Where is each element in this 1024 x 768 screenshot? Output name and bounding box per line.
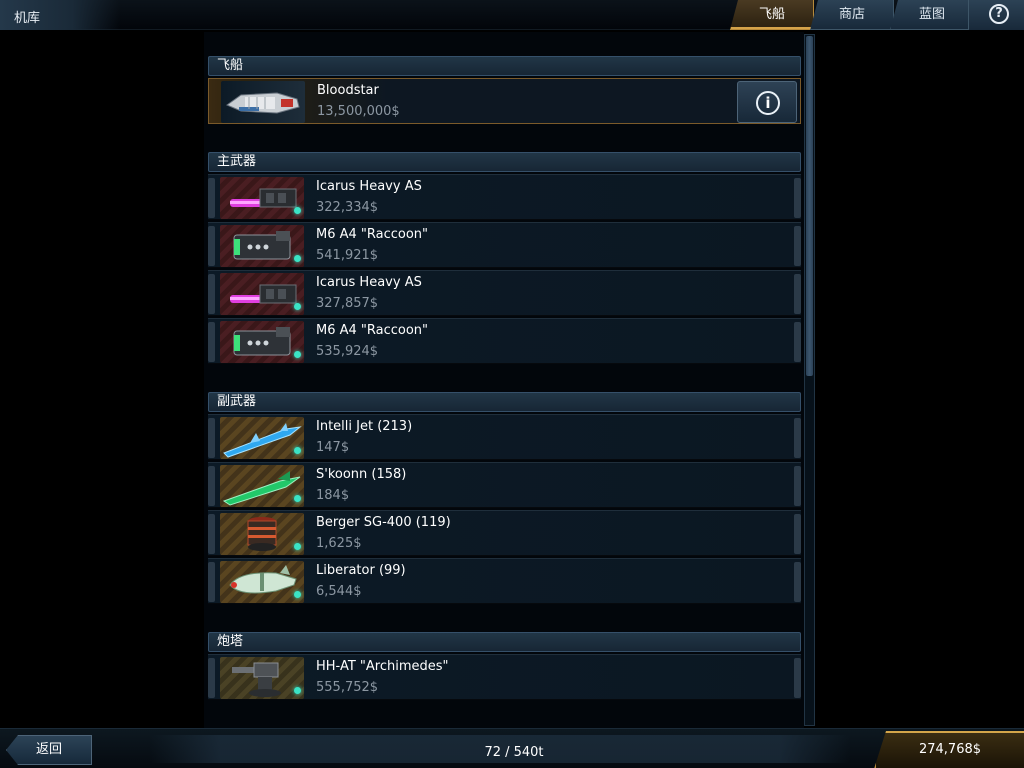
- top-bar: 机库 飞船 商店 蓝图 ?: [0, 0, 1024, 30]
- torpedo-thumbnail: [220, 561, 304, 603]
- item-name: S'koonn (158): [316, 467, 407, 482]
- plasma-gun-thumbnail: [220, 273, 304, 315]
- item-price: 327,857$: [316, 296, 379, 311]
- status-dot: [294, 255, 301, 262]
- back-button[interactable]: 返回: [6, 735, 92, 765]
- title-tab: 机库: [0, 0, 120, 30]
- status-dot: [294, 447, 301, 454]
- section-header-primary: 主武器: [208, 152, 801, 172]
- scrollbar-thumb[interactable]: [806, 36, 813, 376]
- list-item[interactable]: S'koonn (158) 184$: [208, 462, 801, 508]
- list-item[interactable]: Berger SG-400 (119) 1,625$: [208, 510, 801, 556]
- item-name: Icarus Heavy AS: [316, 179, 422, 194]
- list-item[interactable]: Icarus Heavy AS 327,857$: [208, 270, 801, 316]
- inventory-list[interactable]: 飞船 Bloodstar 13,500,000$ i 主武器 Icarus He…: [204, 32, 804, 732]
- item-price: 147$: [316, 440, 350, 455]
- list-item[interactable]: Liberator (99) 6,544$: [208, 558, 801, 604]
- missile-thumbnail: [220, 417, 304, 459]
- info-circle-icon: i: [756, 91, 780, 115]
- list-item[interactable]: M6 A4 "Raccoon" 541,921$: [208, 222, 801, 268]
- list-item[interactable]: HH-AT "Archimedes" 555,752$: [208, 654, 801, 700]
- list-item[interactable]: Icarus Heavy AS 322,334$: [208, 174, 801, 220]
- section-header-ship: 飞船: [208, 56, 801, 76]
- item-name: Intelli Jet (213): [316, 419, 413, 434]
- item-name: Berger SG-400 (119): [316, 515, 451, 530]
- item-price: 6,544$: [316, 584, 362, 599]
- item-name: Liberator (99): [316, 563, 406, 578]
- item-name: Icarus Heavy AS: [316, 275, 422, 290]
- section-header-secondary: 副武器: [208, 392, 801, 412]
- mine-thumbnail: [220, 513, 304, 555]
- list-item[interactable]: M6 A4 "Raccoon" 535,924$: [208, 318, 801, 364]
- item-name: M6 A4 "Raccoon": [316, 323, 429, 338]
- status-dot: [294, 591, 301, 598]
- item-name: M6 A4 "Raccoon": [316, 227, 429, 242]
- status-dot: [294, 207, 301, 214]
- tab-ship[interactable]: 飞船: [730, 0, 814, 30]
- missile-thumbnail: [220, 465, 304, 507]
- info-button[interactable]: i: [737, 81, 797, 123]
- cannon-thumbnail: [220, 225, 304, 267]
- list-item[interactable]: Intelli Jet (213) 147$: [208, 414, 801, 460]
- ship-row[interactable]: Bloodstar 13,500,000$ i: [208, 78, 801, 124]
- cargo-capacity: 72 / 540t: [484, 745, 544, 760]
- item-price: 322,334$: [316, 200, 379, 215]
- item-name: HH-AT "Archimedes": [316, 659, 449, 674]
- item-price: 555,752$: [316, 680, 379, 695]
- status-dot: [294, 495, 301, 502]
- bottom-bar: 返回 72 / 540t 274,768$: [0, 728, 1024, 768]
- page-title: 机库: [14, 11, 41, 26]
- ship-price: 13,500,000$: [317, 104, 400, 119]
- question-circle-icon: ?: [989, 4, 1009, 24]
- turret-thumbnail: [220, 657, 304, 699]
- tab-blueprints[interactable]: 蓝图: [890, 0, 974, 30]
- item-price: 541,921$: [316, 248, 379, 263]
- cannon-thumbnail: [220, 321, 304, 363]
- status-dot: [294, 543, 301, 550]
- status-dot: [294, 303, 301, 310]
- ship-name: Bloodstar: [317, 83, 379, 98]
- status-dot: [294, 687, 301, 694]
- item-price: 184$: [316, 488, 350, 503]
- status-dot: [294, 351, 301, 358]
- plasma-gun-thumbnail: [220, 177, 304, 219]
- ship-thumbnail: [221, 81, 305, 123]
- section-header-turret: 炮塔: [208, 632, 801, 652]
- tab-shop[interactable]: 商店: [810, 0, 894, 30]
- item-price: 535,924$: [316, 344, 379, 359]
- item-price: 1,625$: [316, 536, 362, 551]
- credits-display: 274,768$: [874, 731, 1024, 768]
- help-button[interactable]: ?: [968, 0, 1024, 30]
